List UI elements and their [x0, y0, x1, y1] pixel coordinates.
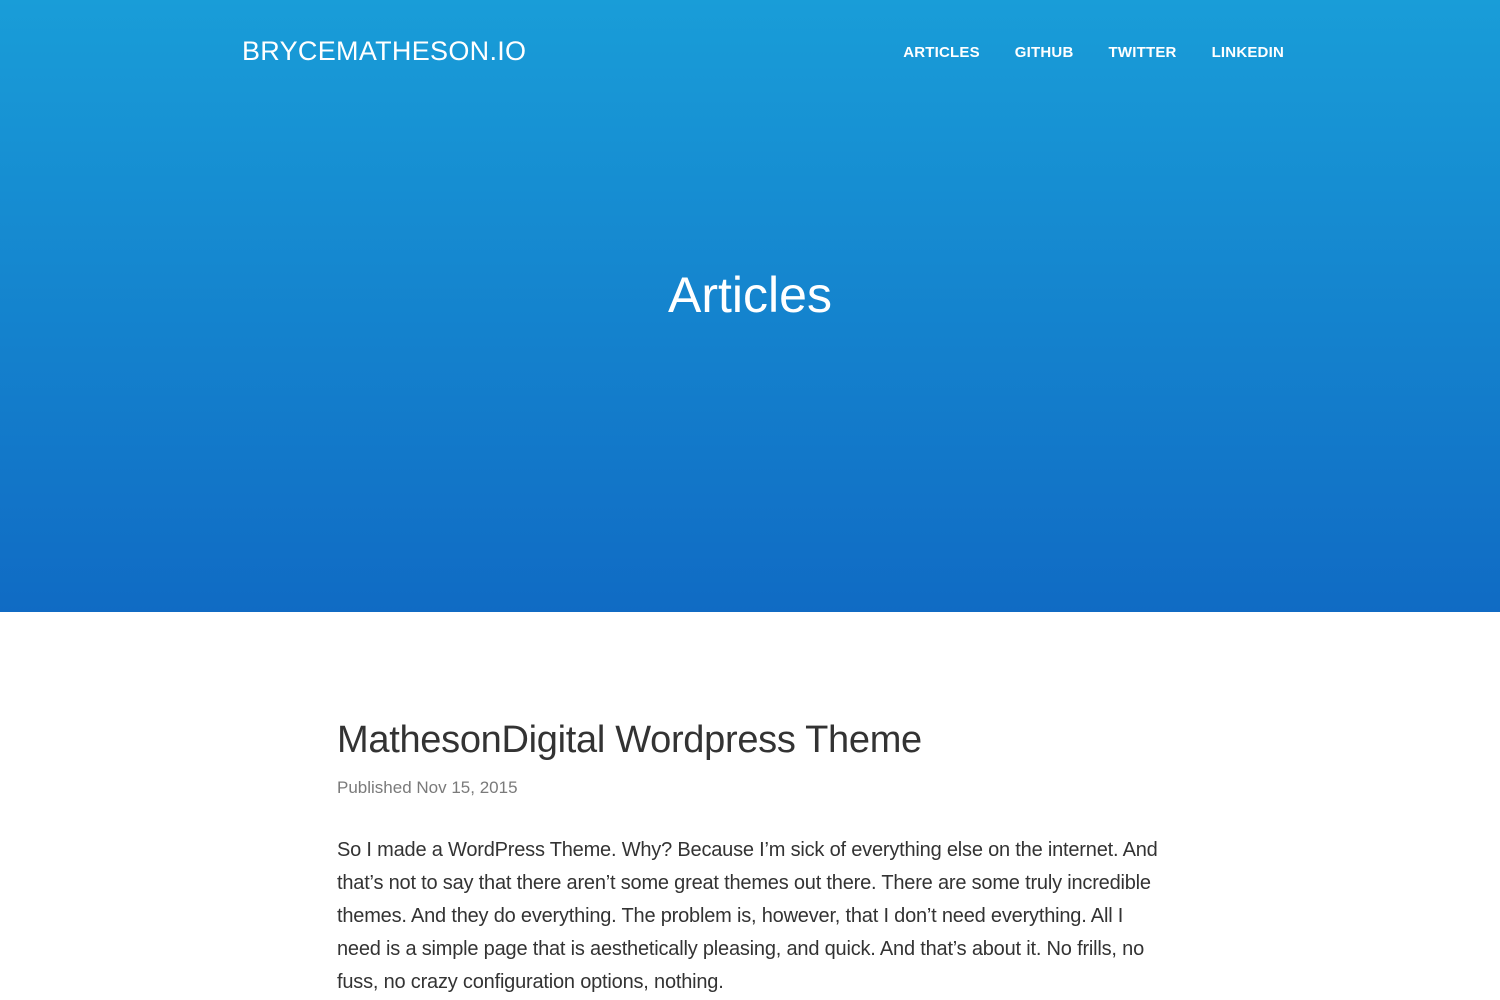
- nav-item-github[interactable]: GITHUB: [1015, 42, 1074, 64]
- article-date: Published Nov 15, 2015: [337, 778, 518, 797]
- article-title-link[interactable]: MathesonDigital Wordpress Theme: [337, 712, 1167, 768]
- site-brand-link[interactable]: BRYCEMATHESON.IO: [242, 34, 526, 68]
- nav-item-linkedin[interactable]: LINKEDIN: [1212, 42, 1284, 64]
- main-nav: ARTICLES GITHUB TWITTER LINKEDIN: [903, 42, 1284, 64]
- hero-header: BRYCEMATHESON.IO ARTICLES GITHUB TWITTER…: [0, 0, 1500, 612]
- article-card: MathesonDigital Wordpress Theme Publishe…: [337, 712, 1167, 999]
- article-excerpt: So I made a WordPress Theme. Why? Becaus…: [337, 839, 1158, 993]
- nav-item-twitter[interactable]: TWITTER: [1109, 42, 1177, 64]
- articles-list: MathesonDigital Wordpress Theme Publishe…: [337, 712, 1167, 999]
- nav-item-articles[interactable]: ARTICLES: [903, 42, 980, 64]
- page-title: Articles: [668, 267, 832, 323]
